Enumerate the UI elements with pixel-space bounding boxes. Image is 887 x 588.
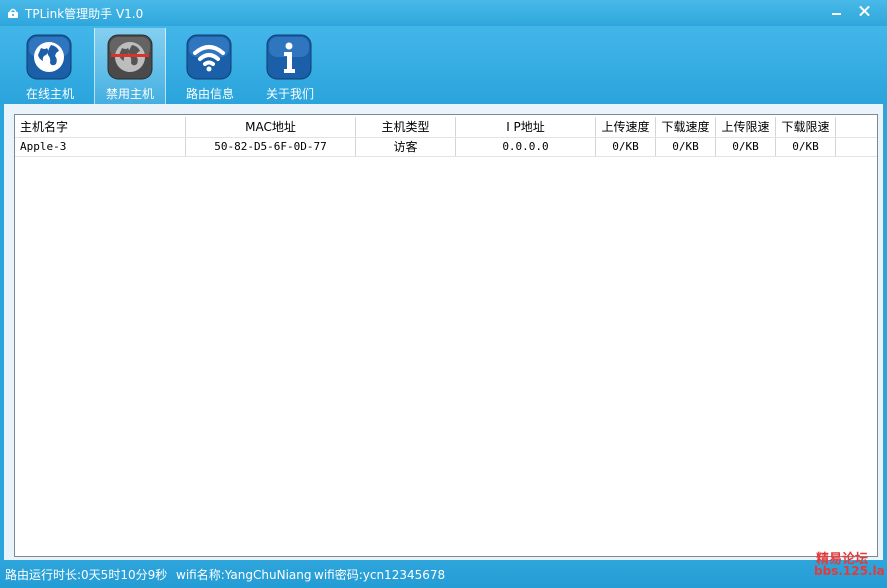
tab-router-info[interactable]: 路由信息 xyxy=(174,28,246,104)
wifi-password-status: wifi密码:ycn12345678 xyxy=(314,568,446,582)
app-icon xyxy=(8,8,18,18)
app-window: TPLink管理助手 V1.0 在线主机 禁用主机 路由信息 关于我们 主机名字… xyxy=(0,0,887,588)
cell-ip: 0.0.0.0 xyxy=(456,138,596,156)
tab-label: 路由信息 xyxy=(185,87,234,101)
column-header-download-speed[interactable]: 下载速度 xyxy=(656,117,716,137)
tab-banned-hosts[interactable]: 禁用主机 xyxy=(94,28,166,104)
cell-download-limit: 0/KB xyxy=(776,138,836,156)
cell-upload-speed: 0/KB xyxy=(596,138,656,156)
column-header-download-limit[interactable]: 下载限速 xyxy=(776,117,836,137)
toolbar: 在线主机 禁用主机 路由信息 关于我们 xyxy=(0,26,887,104)
main-content: 主机名字 MAC地址 主机类型 I P地址 上传速度 下载速度 上传限速 下载限… xyxy=(4,104,883,560)
tab-label: 禁用主机 xyxy=(105,87,154,101)
column-header-host-type[interactable]: 主机类型 xyxy=(356,117,456,137)
window-title: TPLink管理助手 V1.0 xyxy=(25,7,144,21)
column-header-host-name[interactable]: 主机名字 xyxy=(15,117,186,137)
tab-label: 在线主机 xyxy=(25,87,74,101)
info-icon xyxy=(266,34,312,80)
title-bar: TPLink管理助手 V1.0 xyxy=(0,0,887,26)
cell-mac: 50-82-D5-6F-0D-77 xyxy=(186,138,356,156)
column-header-ip[interactable]: I P地址 xyxy=(456,117,596,137)
globe-icon xyxy=(26,34,72,80)
uptime-status: 路由运行时长:0天5时10分9秒 xyxy=(5,568,168,582)
wifi-icon xyxy=(186,34,232,80)
table-header: 主机名字 MAC地址 主机类型 I P地址 上传速度 下载速度 上传限速 下载限… xyxy=(15,117,877,137)
wifi-name-status: wifi名称:YangChuNiang xyxy=(176,568,312,582)
cell-download-speed: 0/KB xyxy=(656,138,716,156)
watermark-url: bbs.125.la xyxy=(814,564,885,578)
tab-about-us[interactable]: 关于我们 xyxy=(254,28,326,104)
status-bar: 路由运行时长:0天5时10分9秒 wifi名称:YangChuNiang wif… xyxy=(0,552,887,588)
cell-host-name: Apple-3 xyxy=(15,138,186,156)
cell-upload-limit: 0/KB xyxy=(716,138,776,156)
column-header-upload-limit[interactable]: 上传限速 xyxy=(716,117,776,137)
column-header-upload-speed[interactable]: 上传速度 xyxy=(596,117,656,137)
tab-online-hosts[interactable]: 在线主机 xyxy=(14,28,86,104)
host-table[interactable]: 主机名字 MAC地址 主机类型 I P地址 上传速度 下载速度 上传限速 下载限… xyxy=(14,114,878,557)
cell-host-type: 访客 xyxy=(356,138,456,156)
tab-label: 关于我们 xyxy=(265,87,314,101)
column-header-mac[interactable]: MAC地址 xyxy=(186,117,356,137)
close-button[interactable] xyxy=(854,2,876,20)
minimize-button[interactable] xyxy=(826,2,848,20)
banned-globe-icon xyxy=(107,34,153,80)
table-row[interactable]: Apple-3 50-82-D5-6F-0D-77 访客 0.0.0.0 0/K… xyxy=(15,137,877,157)
